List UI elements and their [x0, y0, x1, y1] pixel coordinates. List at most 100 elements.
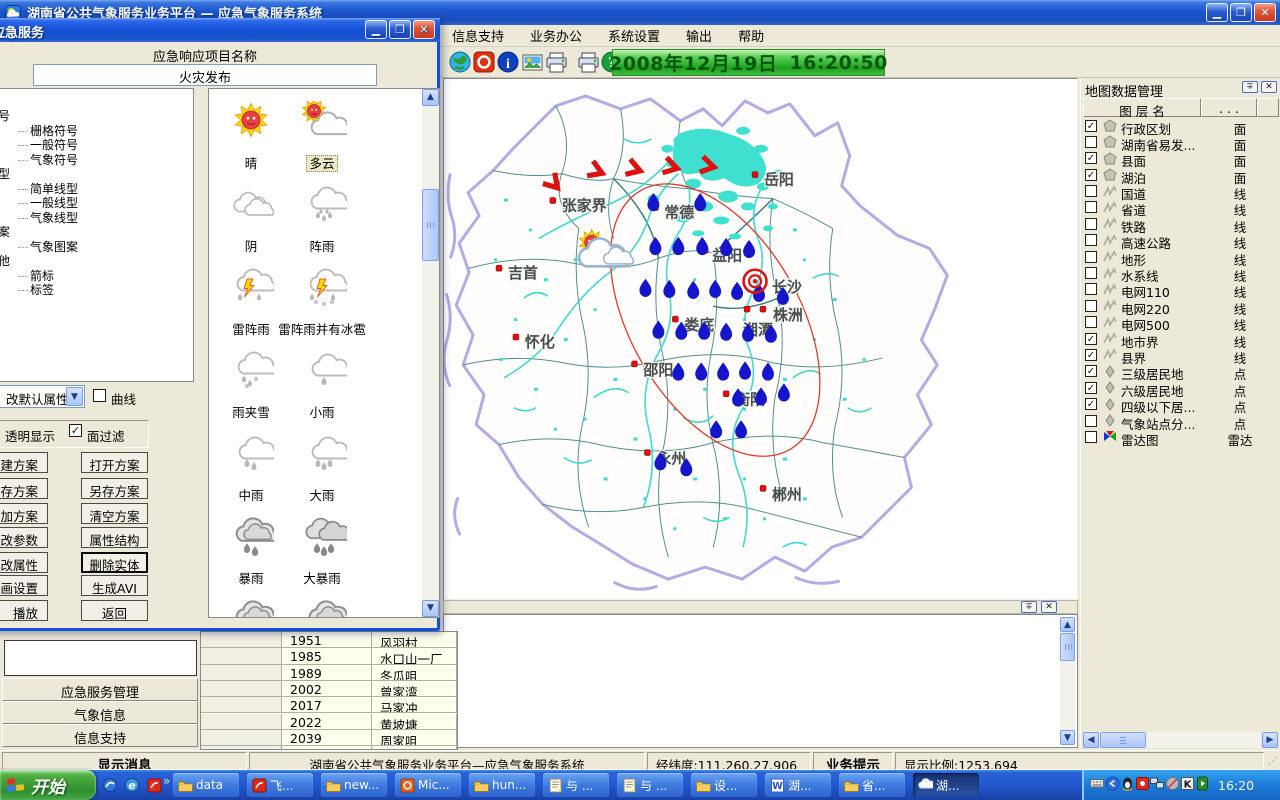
weather-icon-阴[interactable]: [228, 184, 274, 228]
task-button-9[interactable]: 省...: [839, 773, 905, 797]
pin-icon[interactable]: ∓: [1242, 81, 1258, 93]
nav-weather-info[interactable]: 气象信息: [2, 701, 198, 724]
layer-checkbox[interactable]: [1085, 431, 1097, 443]
media-app-icon[interactable]: [102, 777, 119, 794]
task-button-4[interactable]: hun...: [469, 773, 535, 797]
project-name-input[interactable]: 火灾发布: [33, 64, 377, 86]
app-red-icon[interactable]: [146, 777, 163, 794]
button-改参数[interactable]: 改参数: [0, 527, 48, 548]
scroll-right-icon[interactable]: ▶: [1262, 732, 1278, 748]
weather-icon-中雨[interactable]: [228, 433, 274, 477]
layer-row-六级居民地[interactable]: ✓六级居民地点: [1083, 380, 1279, 396]
tree-item-图案[interactable]: 图案: [0, 223, 10, 240]
keyboard-icon[interactable]: [1090, 776, 1105, 791]
weather-icon-大雨[interactable]: [301, 433, 347, 477]
weather-icon-partial[interactable]: [228, 599, 274, 618]
layer-row-电网220[interactable]: 电网220线: [1083, 298, 1279, 314]
weather-icon-大暴雨[interactable]: [301, 516, 347, 560]
weather-label-阵雨[interactable]: 阵雨: [269, 236, 375, 255]
network-icon[interactable]: [1150, 776, 1165, 791]
layer-name-header[interactable]: 图 层 名: [1083, 98, 1201, 117]
layer-checkbox[interactable]: ✓: [1085, 152, 1097, 164]
scrollbar-thumb[interactable]: [1100, 732, 1146, 748]
tree-item-气象线型[interactable]: 气象线型: [18, 209, 78, 226]
layer-checkbox[interactable]: [1085, 267, 1097, 279]
button-生成AVI[interactable]: 生成AVI: [81, 575, 148, 596]
button-打开方案[interactable]: 打开方案: [81, 452, 148, 473]
globe-icon[interactable]: [449, 51, 472, 74]
layer-checkbox[interactable]: [1085, 316, 1097, 328]
layer-checkbox[interactable]: [1085, 283, 1097, 295]
layer-row-铁路[interactable]: 铁路线: [1083, 216, 1279, 232]
menu-item-3[interactable]: 输出: [686, 26, 712, 45]
button-返回[interactable]: 返回: [81, 600, 148, 621]
nav-info-support[interactable]: 信息支持: [2, 724, 198, 747]
print-icon[interactable]: [545, 51, 568, 74]
ie-icon[interactable]: e: [124, 777, 141, 794]
weather-icon-雨夹雪[interactable]: [228, 350, 274, 394]
layer-row-电网110[interactable]: 电网110线: [1083, 282, 1279, 298]
weather-label-多云[interactable]: 多云: [269, 153, 375, 172]
weather-icon-多云[interactable]: [301, 101, 347, 145]
kaspersky-icon[interactable]: K: [1180, 776, 1195, 791]
default-attr-combo[interactable]: 改默认属性 ▼: [0, 385, 85, 408]
scroll-up-icon[interactable]: ▲: [1060, 617, 1075, 632]
weather-icon-小雨[interactable]: [301, 350, 347, 394]
tree-item-线型[interactable]: 线型: [0, 165, 10, 182]
curve-checkbox[interactable]: [93, 389, 106, 402]
layer-row-地形[interactable]: 地形线: [1083, 249, 1279, 265]
layer-checkbox[interactable]: [1085, 300, 1097, 312]
close-panel-icon[interactable]: ✕: [1261, 81, 1277, 93]
layer-row-三级居民地[interactable]: ✓三级居民地点: [1083, 364, 1279, 380]
layer-extra-header[interactable]: [1257, 98, 1279, 117]
menu-item-4[interactable]: 帮助: [738, 26, 764, 45]
layer-row-四级以下居...[interactable]: ✓四级以下居...点: [1083, 397, 1279, 413]
button-画设置[interactable]: 画设置: [0, 575, 48, 596]
language-icon[interactable]: [1105, 776, 1120, 791]
layer-row-国道[interactable]: 国道线: [1083, 184, 1279, 200]
layer-row-湖南省易发...[interactable]: 湖南省易发...面: [1083, 134, 1279, 150]
layer-row-县界[interactable]: ✓县界线: [1083, 347, 1279, 363]
minimize-button[interactable]: ▁: [365, 20, 387, 39]
scroll-up-icon[interactable]: ▲: [422, 89, 439, 106]
map-canvas[interactable]: 张家界岳阳常德吉首益阳长沙株洲湘潭娄底怀化邵阳衡阳永州郴州: [443, 78, 1078, 600]
layer-checkbox[interactable]: ✓: [1085, 169, 1097, 181]
layer-checkbox[interactable]: [1085, 218, 1097, 230]
table-row[interactable]: 2039周家咀: [201, 730, 457, 746]
pin-icon[interactable]: ∓: [1021, 601, 1037, 613]
layer-checkbox[interactable]: ✓: [1085, 365, 1097, 377]
layer-row-行政区划[interactable]: ✓行政区划面: [1083, 118, 1279, 134]
table-row[interactable]: 2022黄坡塘: [201, 714, 457, 730]
scrollbar-thumb[interactable]: [1060, 633, 1075, 661]
layer-row-省道[interactable]: 省道线: [1083, 200, 1279, 216]
table-row[interactable]: 2002曾家湾: [201, 681, 457, 697]
mute-icon[interactable]: [1165, 776, 1180, 791]
weather-icon-雷阵雨[interactable]: [228, 267, 274, 311]
task-button-7[interactable]: 设...: [691, 773, 757, 797]
weather-icon-暴雨[interactable]: [228, 516, 274, 560]
weather-label-大暴雨[interactable]: 大暴雨: [269, 568, 375, 587]
table-row[interactable]: 1985水口山一厂: [201, 648, 457, 664]
nav-emergency-service[interactable]: 应急服务管理: [2, 678, 198, 701]
plan-listbox[interactable]: [4, 640, 197, 676]
layer-options-header[interactable]: . . .: [1201, 98, 1257, 117]
weather-label-小雨[interactable]: 小雨: [269, 402, 375, 421]
info-icon[interactable]: i: [497, 51, 520, 74]
weather-icon-雷阵雨并有冰雹[interactable]: [301, 267, 347, 311]
task-button-10[interactable]: 湖...: [913, 773, 979, 797]
scroll-left-icon[interactable]: ◀: [1083, 732, 1099, 748]
scroll-down-icon[interactable]: ▼: [1060, 730, 1075, 745]
weather-label-雷阵雨并有冰雹[interactable]: 雷阵雨并有冰雹: [269, 319, 375, 338]
layer-checkbox[interactable]: ✓: [1085, 398, 1097, 410]
layer-checkbox[interactable]: [1085, 201, 1097, 213]
chevron-down-icon[interactable]: ▼: [66, 387, 83, 406]
restore-button[interactable]: ❐: [389, 20, 411, 39]
button-加方案[interactable]: 加方案: [0, 503, 48, 524]
traffic-icon[interactable]: [1195, 776, 1210, 791]
scrollbar-thumb[interactable]: [422, 189, 439, 261]
layer-checkbox[interactable]: [1085, 136, 1097, 148]
layer-row-电网500[interactable]: 电网500线: [1083, 315, 1279, 331]
tree-item-气象符号[interactable]: 气象符号: [18, 151, 78, 168]
chevron-more-icon[interactable]: »: [163, 774, 170, 788]
task-button-6[interactable]: 与 ...: [617, 773, 683, 797]
